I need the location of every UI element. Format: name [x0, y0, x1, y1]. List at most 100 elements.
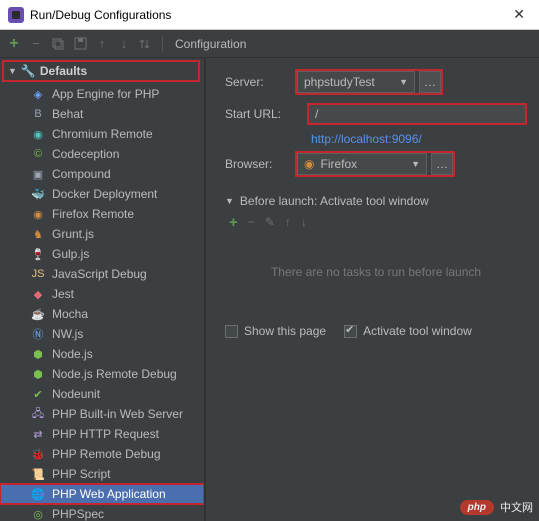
tree-label: App Engine for PHP	[52, 87, 159, 101]
main-area: ▼ 🔧 Defaults ◈App Engine for PHP BBehat …	[0, 58, 539, 521]
server-ellipsis-button[interactable]: …	[419, 71, 441, 93]
tree-item-php-http[interactable]: ⇄ PHP HTTP Request	[0, 424, 204, 444]
tree-item-firefox[interactable]: ◉Firefox Remote	[0, 204, 204, 224]
tree-item-jsdebug[interactable]: JSJavaScript Debug	[0, 264, 204, 284]
move-down-icon[interactable]: ↓	[116, 36, 132, 52]
compound-icon: ▣	[30, 166, 46, 182]
right-panel: Server: phpstudyTest ▼ … Start URL: / ht…	[211, 58, 539, 521]
server-label: Server:	[225, 75, 295, 89]
tree-item-jest[interactable]: ◆Jest	[0, 284, 204, 304]
before-launch-header[interactable]: ▼ Before launch: Activate tool window	[225, 194, 527, 208]
php-server-icon: 🖧	[30, 406, 46, 422]
before-launch-section: ▼ Before launch: Activate tool window + …	[225, 194, 527, 338]
server-value: phpstudyTest	[304, 75, 375, 89]
add-icon[interactable]: +	[6, 36, 22, 52]
tree-item-compound[interactable]: ▣ Compound	[0, 164, 204, 184]
before-launch-title: Before launch: Activate tool window	[240, 194, 429, 208]
jest-icon: ◆	[30, 286, 46, 302]
copy-icon[interactable]	[50, 36, 66, 52]
tree-label: Gulp.js	[52, 247, 89, 261]
start-url-input[interactable]: /	[307, 103, 527, 125]
tree-item-docker[interactable]: 🐳 Docker Deployment	[0, 184, 204, 204]
left-panel: ▼ 🔧 Defaults ◈App Engine for PHP BBehat …	[0, 58, 205, 521]
tree-item-codeception[interactable]: ©Codeception	[0, 144, 204, 164]
tree-item-app-engine[interactable]: ◈App Engine for PHP	[0, 84, 204, 104]
browser-ellipsis-button[interactable]: …	[431, 153, 453, 175]
remove-task-icon[interactable]: −	[248, 215, 255, 229]
tree-label: PHP Web Application	[52, 487, 166, 501]
titlebar: Run/Debug Configurations ✕	[0, 0, 539, 30]
nwjs-icon: Ⓝ	[30, 326, 46, 342]
server-row: Server: phpstudyTest ▼ …	[225, 70, 527, 94]
configuration-label: Configuration	[175, 37, 246, 51]
node-remote-icon: ⬢	[30, 366, 46, 382]
tree-item-chromium[interactable]: ◉Chromium Remote	[0, 124, 204, 144]
browser-select[interactable]: ◉ Firefox ▼	[297, 153, 427, 175]
checkbox-icon	[225, 325, 238, 338]
tree-label: Compound	[52, 167, 111, 181]
docker-icon: 🐳	[30, 186, 46, 202]
start-url-label: Start URL:	[225, 107, 307, 121]
resolved-url-row: http://localhost:9096/	[225, 132, 527, 146]
collapse-triangle-icon: ▼	[225, 196, 234, 206]
tree-item-gulp[interactable]: 🍷 Gulp.js	[0, 244, 204, 264]
tree-label: PHP HTTP Request	[52, 427, 159, 441]
tree-item-nodeunit[interactable]: ✔Nodeunit	[0, 384, 204, 404]
tree-label: Node.js	[52, 347, 93, 361]
php-script-icon: 📜	[30, 466, 46, 482]
start-url-row: Start URL: /	[225, 102, 527, 126]
php-http-icon: ⇄	[30, 426, 46, 442]
tree-label: Grunt.js	[52, 227, 94, 241]
close-icon[interactable]: ✕	[507, 6, 531, 23]
gulp-icon: 🍷	[30, 246, 46, 262]
wrench-icon: 🔧	[21, 64, 36, 78]
tree-item-php-web-app[interactable]: 🌐 PHP Web Application	[0, 484, 204, 504]
edit-task-icon[interactable]: ✎	[265, 215, 275, 229]
tree-label: Node.js Remote Debug	[52, 367, 177, 381]
config-tree: ◈App Engine for PHP BBehat ◉Chromium Rem…	[0, 84, 204, 521]
tree-item-nwjs[interactable]: ⓃNW.js	[0, 324, 204, 344]
tree-label: Docker Deployment	[52, 187, 157, 201]
watermark-bubble: php	[460, 500, 494, 515]
resolved-url-link[interactable]: http://localhost:9096/	[311, 132, 422, 146]
tree-item-nodejs-remote[interactable]: ⬢ Node.js Remote Debug	[0, 364, 204, 384]
show-this-page-checkbox[interactable]: Show this page	[225, 324, 326, 338]
task-up-icon[interactable]: ↑	[285, 215, 291, 229]
tree-label: PHP Built-in Web Server	[52, 407, 183, 421]
nodeunit-icon: ✔	[30, 386, 46, 402]
phpspec-icon: ◎	[30, 506, 46, 521]
activate-tool-window-checkbox[interactable]: Activate tool window	[344, 324, 472, 338]
defaults-header[interactable]: ▼ 🔧 Defaults	[2, 60, 200, 82]
tree-label: PHP Remote Debug	[52, 447, 161, 461]
tree-item-php-builtin[interactable]: 🖧 PHP Built-in Web Server	[0, 404, 204, 424]
tree-item-behat[interactable]: BBehat	[0, 104, 204, 124]
tree-item-phpspec[interactable]: ◎PHPSpec	[0, 504, 204, 521]
watermark: php 中文网	[460, 499, 533, 515]
tree-item-nodejs[interactable]: ⬢ Node.js	[0, 344, 204, 364]
remove-icon[interactable]: −	[28, 36, 44, 52]
task-down-icon[interactable]: ↓	[301, 215, 307, 229]
start-url-value: /	[315, 107, 318, 121]
server-select[interactable]: phpstudyTest ▼	[297, 71, 415, 93]
sort-icon[interactable]	[138, 36, 154, 52]
php-web-icon: 🌐	[30, 486, 46, 502]
tree-item-mocha[interactable]: ☕Mocha	[0, 304, 204, 324]
node-icon: ⬢	[30, 346, 46, 362]
watermark-text: 中文网	[500, 499, 533, 515]
tree-item-grunt[interactable]: ♞Grunt.js	[0, 224, 204, 244]
codeception-icon: ©	[30, 146, 46, 162]
behat-icon: B	[30, 106, 46, 122]
empty-tasks-text: There are no tasks to run before launch	[271, 265, 481, 279]
before-launch-toolbar: + − ✎ ↑ ↓	[225, 212, 527, 232]
save-icon[interactable]	[72, 36, 88, 52]
add-task-icon[interactable]: +	[229, 214, 238, 231]
expand-triangle-icon: ▼	[8, 66, 17, 76]
show-this-page-label: Show this page	[244, 324, 326, 338]
mocha-icon: ☕	[30, 306, 46, 322]
php-remote-icon: 🐞	[30, 446, 46, 462]
tree-item-php-script[interactable]: 📜PHP Script	[0, 464, 204, 484]
move-up-icon[interactable]: ↑	[94, 36, 110, 52]
window-title: Run/Debug Configurations	[30, 8, 507, 22]
tree-item-php-remote[interactable]: 🐞 PHP Remote Debug	[0, 444, 204, 464]
tree-label: JavaScript Debug	[52, 267, 147, 281]
